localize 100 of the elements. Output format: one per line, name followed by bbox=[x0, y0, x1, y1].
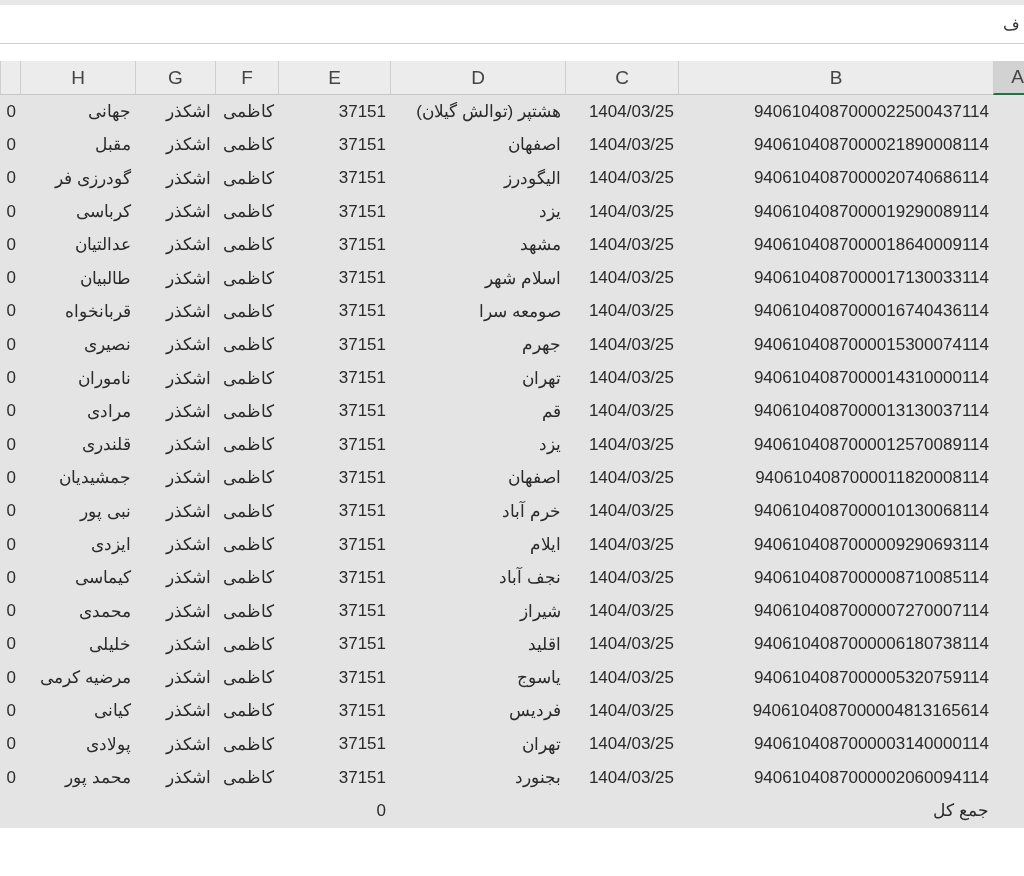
table-cell: کاظمی bbox=[223, 733, 274, 755]
table-cell: 9406104087000003140000114 bbox=[753, 734, 989, 755]
table-cell: محمدی bbox=[79, 600, 131, 622]
table-cell: 1404/03/25 bbox=[588, 168, 674, 189]
table-cell: 0 bbox=[6, 368, 16, 388]
table-cell: بجنورد bbox=[515, 767, 561, 789]
table-cell: 0 bbox=[6, 401, 16, 422]
table-cell: کرباسی bbox=[76, 201, 131, 223]
table-cell: کاظمی bbox=[223, 101, 274, 123]
table-cell: 9406104087000010130068114 bbox=[753, 501, 989, 522]
table-cell: اشکذر bbox=[166, 134, 211, 156]
table-cell: ایزدی bbox=[91, 534, 131, 555]
column-header[interactable]: D bbox=[390, 61, 565, 95]
table-cell: کاظمی bbox=[223, 633, 274, 655]
table-cell: اشکذر bbox=[166, 167, 211, 189]
table-cell: کاظمی bbox=[223, 367, 274, 389]
table-cell: کاظمی bbox=[223, 234, 274, 256]
table-cell: یزد bbox=[539, 434, 561, 456]
table-cell: اشکذر bbox=[166, 467, 211, 489]
table-cell: 9406104087000018640009114 bbox=[753, 234, 989, 255]
table-cell: گودرزی فر bbox=[55, 167, 131, 189]
table-cell: اشکذر bbox=[166, 334, 211, 356]
table-cell: 1404/03/25 bbox=[588, 434, 674, 455]
total-value: 0 bbox=[376, 800, 386, 821]
table-cell: 0 bbox=[6, 434, 16, 455]
table-cell: اشکذر bbox=[166, 700, 211, 722]
table-cell: 1404/03/25 bbox=[588, 334, 674, 355]
table-cell: 37151 bbox=[338, 101, 386, 122]
table-cell: شیراز bbox=[520, 600, 561, 622]
table-cell: 0 bbox=[6, 334, 16, 355]
table-cell: جهرم bbox=[522, 334, 561, 356]
table-cell: 37151 bbox=[338, 667, 386, 688]
table-cell: 0 bbox=[6, 701, 16, 721]
table-cell: 37151 bbox=[338, 701, 386, 721]
column-header[interactable]: E bbox=[278, 61, 390, 95]
table-cell: 1404/03/25 bbox=[588, 701, 674, 721]
table-cell: 9406104087000012570089114 bbox=[753, 434, 989, 455]
table-cell: 0 bbox=[6, 501, 16, 522]
table-cell: 9406104087000005320759114 bbox=[753, 667, 989, 688]
table-cell: کاظمی bbox=[223, 700, 274, 722]
table-cell: یاسوج bbox=[517, 667, 561, 689]
table-cell: قلندری bbox=[82, 434, 131, 456]
table-cell: 37151 bbox=[338, 368, 386, 388]
table-cell: مقبل bbox=[95, 134, 131, 156]
table-cell: 37151 bbox=[338, 201, 386, 222]
table-cell: 37151 bbox=[338, 168, 386, 189]
table-cell: 0 bbox=[6, 301, 16, 322]
table-cell: اشکذر bbox=[166, 733, 211, 755]
table-cell: 37151 bbox=[338, 634, 386, 655]
table-cell: هشتپر (توالش گیلان) bbox=[416, 101, 561, 123]
column-header[interactable] bbox=[0, 61, 20, 95]
table-cell: 0 bbox=[6, 667, 16, 688]
table-cell: 1404/03/25 bbox=[588, 534, 674, 555]
table-cell: 37151 bbox=[338, 467, 386, 488]
table-cell: قربانخواه bbox=[65, 300, 131, 322]
formula-bar[interactable]: ف bbox=[0, 0, 1024, 44]
table-cell: نصیری bbox=[84, 334, 131, 356]
column-header[interactable]: H bbox=[20, 61, 135, 95]
table-cell: کاظمی bbox=[223, 667, 274, 689]
table-cell: خرم آباد bbox=[502, 500, 561, 522]
table-cell: 9406104087000013130037114 bbox=[753, 401, 989, 422]
table-cell: 1404/03/25 bbox=[588, 201, 674, 222]
table-cell: 37151 bbox=[338, 501, 386, 522]
table-cell: محمد پور bbox=[65, 767, 131, 789]
table-cell: مرادی bbox=[87, 400, 131, 422]
table-cell: 37151 bbox=[338, 601, 386, 622]
table-cell: کاظمی bbox=[223, 500, 274, 522]
table-cell: 0 bbox=[6, 268, 16, 289]
table-cell: 9406104087000015300074114 bbox=[753, 334, 989, 355]
table-cell: اشکذر bbox=[166, 367, 211, 389]
column-header[interactable]: C bbox=[565, 61, 678, 95]
table-cell: 37151 bbox=[338, 234, 386, 255]
table-cell: 1404/03/25 bbox=[588, 401, 674, 422]
table-cell: اصفهان bbox=[508, 134, 561, 156]
table-cell: پولادی bbox=[86, 733, 131, 755]
table-cell: 1404/03/25 bbox=[588, 734, 674, 755]
table-cell: طالبیان bbox=[80, 267, 131, 289]
table-cell: 37151 bbox=[338, 734, 386, 755]
table-cell: نجف آباد bbox=[499, 567, 561, 589]
column-header[interactable]: G bbox=[135, 61, 215, 95]
table-cell: 37151 bbox=[338, 301, 386, 322]
table-cell: 0 bbox=[6, 634, 16, 655]
table-cell: کاظمی bbox=[223, 567, 274, 589]
table-cell: 9406104087000011820008114 bbox=[755, 467, 989, 488]
table-cell: کاظمی bbox=[223, 167, 274, 189]
column-header[interactable]: A bbox=[993, 61, 1024, 95]
table-cell: کاظمی bbox=[223, 267, 274, 289]
table-cell: 0 bbox=[6, 534, 16, 555]
table-cell: کاظمی bbox=[223, 300, 274, 322]
column-header[interactable]: F bbox=[215, 61, 278, 95]
table-cell: جمشیدیان bbox=[59, 467, 131, 489]
table-cell: 0 bbox=[6, 734, 16, 755]
table-cell: اشکذر bbox=[166, 500, 211, 522]
table-cell: کاظمی bbox=[223, 334, 274, 356]
table-cell: 1404/03/25 bbox=[588, 467, 674, 488]
column-header[interactable]: B bbox=[678, 61, 993, 95]
table-cell: فردیس bbox=[509, 700, 561, 722]
formula-text: ف bbox=[1003, 14, 1020, 34]
table-cell: 9406104087000020740686114 bbox=[753, 168, 989, 189]
table-cell: اصفهان bbox=[508, 467, 561, 489]
